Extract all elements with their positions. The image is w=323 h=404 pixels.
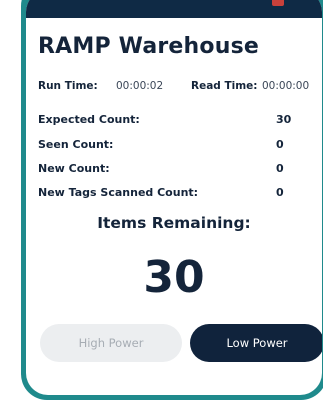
low-power-button[interactable]: Low Power bbox=[190, 324, 322, 362]
new-count-value: 0 bbox=[276, 162, 284, 175]
read-time-label: Read Time: bbox=[191, 80, 258, 92]
app-panel: RAMP Warehouse Run Time: 00:00:02 Read T… bbox=[26, 0, 322, 395]
seen-count-label: Seen Count: bbox=[38, 138, 114, 151]
items-remaining-label: Items Remaining: bbox=[97, 214, 251, 232]
run-time-label: Run Time: bbox=[38, 80, 98, 92]
new-tags-scanned-count-value: 0 bbox=[276, 186, 284, 199]
screen: RAMP Warehouse Run Time: 00:00:02 Read T… bbox=[0, 0, 323, 404]
new-tags-scanned-count-label: New Tags Scanned Count: bbox=[38, 186, 199, 199]
page-title: RAMP Warehouse bbox=[38, 34, 259, 59]
new-count-label: New Count: bbox=[38, 162, 110, 175]
status-indicator bbox=[272, 0, 284, 6]
high-power-button[interactable]: High Power bbox=[40, 324, 182, 362]
seen-count-value: 0 bbox=[276, 138, 284, 151]
run-time-value: 00:00:02 bbox=[116, 80, 164, 92]
expected-count-label: Expected Count: bbox=[38, 113, 140, 126]
read-time-value: 00:00:00 bbox=[262, 80, 310, 92]
status-bar bbox=[26, 0, 322, 18]
items-remaining-count: 30 bbox=[143, 252, 205, 303]
expected-count-value: 30 bbox=[276, 113, 292, 126]
